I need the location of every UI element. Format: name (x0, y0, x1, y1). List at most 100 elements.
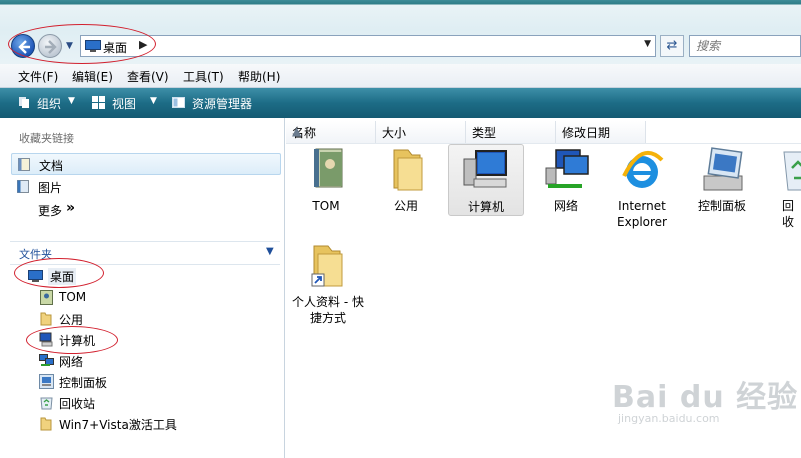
column-header-date[interactable]: 修改日期 (556, 121, 646, 143)
item-label: 控制面板 (697, 199, 746, 213)
item-profile-shortcut[interactable]: 个人资料 - 快捷方式 (288, 242, 368, 326)
column-label: 修改日期 (562, 126, 611, 140)
address-field[interactable]: 桌面 ▶ ▼ (80, 35, 656, 57)
menu-file[interactable]: 文件(F) (18, 68, 58, 85)
favorite-label: 更多 (38, 204, 63, 218)
menu-view[interactable]: 查看(V) (127, 68, 169, 85)
tree-label: 计算机 (59, 334, 96, 348)
watermark-brand: Bai du 经验 (612, 380, 799, 415)
favorites-header: 收藏夹链接 (19, 132, 74, 145)
tree-item-public[interactable]: 公用 (39, 309, 159, 329)
favorite-label: 图片 (38, 181, 63, 195)
command-bar: 组织 ▼ 视图 ▼ 资源管理器 (0, 88, 801, 118)
recycle-bin-icon (40, 397, 53, 410)
tree-label: 网络 (59, 355, 84, 369)
search-box[interactable] (689, 35, 801, 57)
sort-ascending-icon: ▲ (292, 124, 302, 138)
tree-item-recycle-bin[interactable]: 回收站 (39, 393, 159, 413)
item-control-panel[interactable]: 控制面板 (684, 146, 760, 214)
back-button[interactable] (11, 34, 35, 58)
menu-edit[interactable]: 编辑(E) (72, 68, 113, 85)
tree-label: Win7+Vista激活工具 (59, 418, 177, 432)
menu-help[interactable]: 帮助(H) (238, 68, 280, 85)
item-label: 计算机 (467, 200, 504, 214)
tree-item-tom[interactable]: TOM (39, 288, 159, 308)
item-public[interactable]: 公用 (368, 146, 444, 214)
chevron-down-icon[interactable]: ▼ (266, 246, 274, 257)
item-label: 公用 (393, 199, 418, 213)
menu-tools[interactable]: 工具(T) (183, 68, 224, 85)
tree-label: TOM (59, 290, 87, 304)
favorite-label: 文档 (39, 159, 64, 173)
address-bar-area: ▼ 桌面 ▶ ▼ ⇄ (0, 0, 801, 64)
column-label: 大小 (382, 126, 407, 140)
computer-icon (463, 150, 507, 188)
documents-icon (18, 158, 30, 171)
tree-item-computer[interactable]: 计算机 (39, 330, 159, 350)
user-folder-icon (40, 290, 53, 305)
tree-item-control-panel[interactable]: 控制面板 (39, 372, 159, 392)
item-computer[interactable]: 计算机 (448, 144, 524, 216)
navigation-pane: 收藏夹链接 文档 图片 更多 » 文件夹 ▼ 桌面 TOM 公用 计算机 网络 … (0, 118, 285, 458)
tree-label: 回收站 (59, 397, 96, 411)
item-recycle-bin[interactable]: 回收 (764, 146, 801, 230)
back-arrow-icon (18, 40, 30, 54)
views-dropdown-icon[interactable]: ▼ (150, 96, 157, 106)
tree-label: 控制面板 (59, 376, 108, 390)
organize-icon (19, 97, 29, 108)
tree-item-network[interactable]: 网络 (39, 351, 159, 371)
search-input[interactable] (690, 36, 800, 56)
item-label: TOM (312, 199, 340, 213)
pictures-icon (17, 180, 29, 193)
desktop-icon (85, 40, 101, 52)
column-header-type[interactable]: 类型 (466, 121, 556, 143)
control-panel-icon (39, 374, 54, 389)
item-internet-explorer[interactable]: Internet Explorer (604, 146, 680, 230)
folder-icon (40, 312, 52, 326)
user-folder-icon (314, 148, 343, 188)
header-divider (286, 143, 801, 144)
column-label: 类型 (472, 126, 497, 140)
item-tom[interactable]: TOM (288, 146, 364, 214)
double-chevron-icon: » (66, 200, 76, 216)
folders-header[interactable]: 文件夹 (19, 246, 52, 262)
menu-bar: 文件(F) 编辑(E) 查看(V) 工具(T) 帮助(H) (0, 64, 801, 88)
organize-button[interactable]: 组织 (37, 95, 61, 112)
desktop-icon (28, 270, 43, 282)
favorite-more[interactable]: 更多 » (11, 199, 281, 221)
organize-dropdown-icon[interactable]: ▼ (68, 96, 75, 106)
forward-button[interactable] (38, 34, 62, 58)
explorer-icon (172, 97, 185, 108)
column-header-size[interactable]: 大小 (376, 121, 466, 143)
control-panel-icon (703, 147, 743, 191)
folder-icon (393, 149, 423, 191)
baidu-watermark: Bai du 经验 jingyan.baidu.com (612, 372, 798, 425)
item-label: 回收 (782, 199, 795, 229)
views-button[interactable]: 视图 (112, 95, 136, 112)
history-dropdown[interactable]: ▼ (66, 41, 76, 51)
tree-item-activation-tools[interactable]: Win7+Vista激活工具 (39, 414, 239, 434)
tree-item-desktop[interactable]: 桌面 (28, 266, 103, 286)
item-label: 网络 (553, 199, 578, 213)
refresh-button[interactable]: ⇄ (660, 35, 684, 57)
network-icon (545, 149, 589, 188)
ie-icon (622, 150, 664, 188)
forward-arrow-icon (45, 40, 57, 54)
column-header-name[interactable]: 名称 ▲ (286, 121, 376, 143)
address-location: 桌面 (103, 41, 128, 55)
breadcrumb-arrow-icon[interactable]: ▶ (139, 38, 147, 51)
nav-divider (10, 264, 280, 265)
folder-icon (40, 417, 52, 431)
favorite-documents[interactable]: 文档 (11, 153, 281, 175)
refresh-icon: ⇄ (666, 38, 678, 53)
explorer-button[interactable]: 资源管理器 (192, 95, 252, 112)
network-icon (39, 354, 54, 366)
views-icon (92, 96, 105, 109)
nav-divider (10, 241, 280, 242)
tree-label: 桌面 (48, 268, 77, 285)
favorite-pictures[interactable]: 图片 (11, 176, 281, 198)
item-network[interactable]: 网络 (528, 146, 604, 214)
recycle-bin-icon (783, 151, 801, 191)
item-label: Internet Explorer (617, 199, 667, 229)
address-dropdown-icon[interactable]: ▼ (644, 39, 651, 49)
